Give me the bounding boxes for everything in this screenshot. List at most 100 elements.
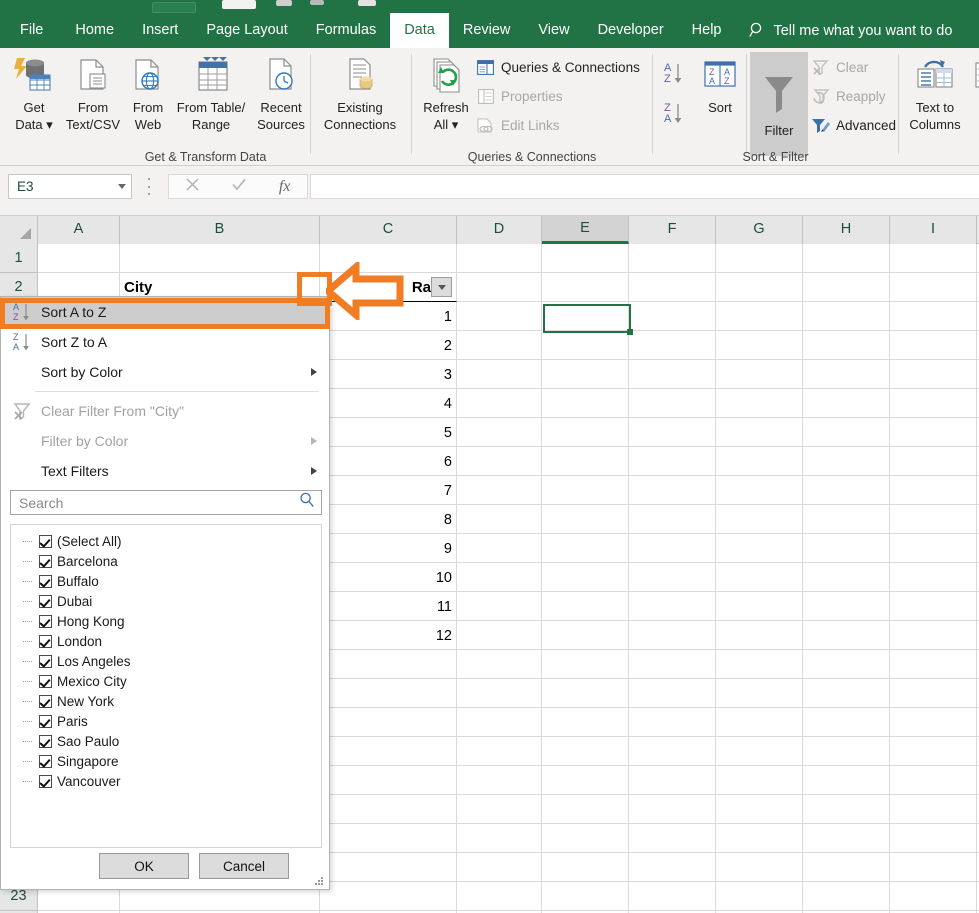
refresh-all-button[interactable]: Refresh All ▾	[416, 52, 476, 132]
cell-E5[interactable]	[542, 360, 629, 389]
cell-I14[interactable]	[890, 621, 977, 650]
ribbon-tab-page-layout[interactable]: Page Layout	[192, 13, 301, 48]
cell-D1[interactable]	[457, 244, 542, 273]
checkbox[interactable]	[39, 574, 52, 588]
from-table-range-button[interactable]: From Table/ Range	[172, 52, 250, 132]
filter-search-box[interactable]: Search	[10, 490, 322, 515]
cell-G18[interactable]	[716, 737, 803, 766]
cell-C18[interactable]	[320, 737, 457, 766]
ribbon-tab-review[interactable]: Review	[449, 13, 525, 48]
cell-F11[interactable]	[629, 534, 716, 563]
cell-C22[interactable]	[320, 853, 457, 882]
cell-E11[interactable]	[542, 534, 629, 563]
formula-input[interactable]	[310, 174, 979, 199]
cell-C23[interactable]	[320, 882, 457, 911]
cell-C11[interactable]: 9	[320, 534, 457, 563]
cell-G14[interactable]	[716, 621, 803, 650]
cell-H22[interactable]	[803, 853, 890, 882]
from-web-button[interactable]: From Web	[124, 52, 172, 132]
filter-list-item[interactable]: Paris	[11, 711, 321, 731]
checkbox[interactable]	[39, 774, 52, 788]
cell-F17[interactable]	[629, 708, 716, 737]
cell-C14[interactable]: 12	[320, 621, 457, 650]
cell-H23[interactable]	[803, 882, 890, 911]
cell-D16[interactable]	[457, 679, 542, 708]
column-header-e[interactable]: E	[542, 216, 629, 244]
cell-D2[interactable]	[457, 273, 542, 302]
cell-F6[interactable]	[629, 389, 716, 418]
cell-I8[interactable]	[890, 447, 977, 476]
cell-E22[interactable]	[542, 853, 629, 882]
cell-H21[interactable]	[803, 824, 890, 853]
cell-C17[interactable]	[320, 708, 457, 737]
select-all-corner[interactable]	[0, 216, 38, 244]
cell-G22[interactable]	[716, 853, 803, 882]
row-header-1[interactable]: 1	[0, 244, 38, 273]
ribbon-tab-data[interactable]: Data	[390, 13, 449, 48]
cell-I23[interactable]	[890, 882, 977, 911]
filter-dropdown-button-c[interactable]	[431, 277, 452, 297]
ribbon-tab-insert[interactable]: Insert	[128, 13, 192, 48]
filter-list-item[interactable]: New York	[11, 691, 321, 711]
cell-H5[interactable]	[803, 360, 890, 389]
cell-F2[interactable]	[629, 273, 716, 302]
cell-H7[interactable]	[803, 418, 890, 447]
cell-D9[interactable]	[457, 476, 542, 505]
cell-D18[interactable]	[457, 737, 542, 766]
cell-H20[interactable]	[803, 795, 890, 824]
filter-list-item[interactable]: Buffalo	[11, 571, 321, 591]
cell-E6[interactable]	[542, 389, 629, 418]
resize-grip[interactable]	[315, 877, 324, 886]
from-text-csv-button[interactable]: From Text/CSV	[62, 52, 124, 132]
menu-item-text-filters[interactable]: Text Filters	[1, 456, 329, 486]
ribbon-tab-developer[interactable]: Developer	[584, 13, 678, 48]
cell-G23[interactable]	[716, 882, 803, 911]
cell-C13[interactable]: 11	[320, 592, 457, 621]
cell-H13[interactable]	[803, 592, 890, 621]
cell-G13[interactable]	[716, 592, 803, 621]
sort-descending-button[interactable]: Z A	[662, 100, 688, 133]
cell-C20[interactable]	[320, 795, 457, 824]
filter-list-item[interactable]: Vancouver	[11, 771, 321, 791]
cell-C8[interactable]: 6	[320, 447, 457, 476]
checkbox[interactable]	[39, 614, 52, 628]
cell-C19[interactable]	[320, 766, 457, 795]
cell-F12[interactable]	[629, 563, 716, 592]
cell-G16[interactable]	[716, 679, 803, 708]
cell-H4[interactable]	[803, 331, 890, 360]
cell-E12[interactable]	[542, 563, 629, 592]
cell-E2[interactable]	[542, 273, 629, 302]
cell-I10[interactable]	[890, 505, 977, 534]
cell-D15[interactable]	[457, 650, 542, 679]
menu-item-sort-z-to-a[interactable]: Z A Sort Z to A	[1, 327, 329, 357]
cell-C21[interactable]	[320, 824, 457, 853]
column-header-f[interactable]: F	[629, 216, 716, 244]
filter-list-item[interactable]: Dubai	[11, 591, 321, 611]
column-header-h[interactable]: H	[803, 216, 890, 244]
checkbox[interactable]	[39, 654, 52, 668]
close-icon[interactable]	[186, 178, 199, 195]
cell-H16[interactable]	[803, 679, 890, 708]
cell-G19[interactable]	[716, 766, 803, 795]
cell-F20[interactable]	[629, 795, 716, 824]
cell-G3[interactable]	[716, 302, 803, 331]
cell-D7[interactable]	[457, 418, 542, 447]
cell-F1[interactable]	[629, 244, 716, 273]
cell-F3[interactable]	[629, 302, 716, 331]
check-icon[interactable]	[232, 178, 246, 195]
cell-E1[interactable]	[542, 244, 629, 273]
cell-I16[interactable]	[890, 679, 977, 708]
column-header-g[interactable]: G	[716, 216, 803, 244]
cell-H8[interactable]	[803, 447, 890, 476]
cell-F9[interactable]	[629, 476, 716, 505]
cell-C16[interactable]	[320, 679, 457, 708]
cell-D3[interactable]	[457, 302, 542, 331]
cell-I12[interactable]	[890, 563, 977, 592]
cell-I5[interactable]	[890, 360, 977, 389]
advanced-filter-button[interactable]: Advanced	[811, 116, 896, 134]
filter-list-item[interactable]: Hong Kong	[11, 611, 321, 631]
cell-G12[interactable]	[716, 563, 803, 592]
cell-D5[interactable]	[457, 360, 542, 389]
filter-list-item[interactable]: Barcelona	[11, 551, 321, 571]
cell-H12[interactable]	[803, 563, 890, 592]
